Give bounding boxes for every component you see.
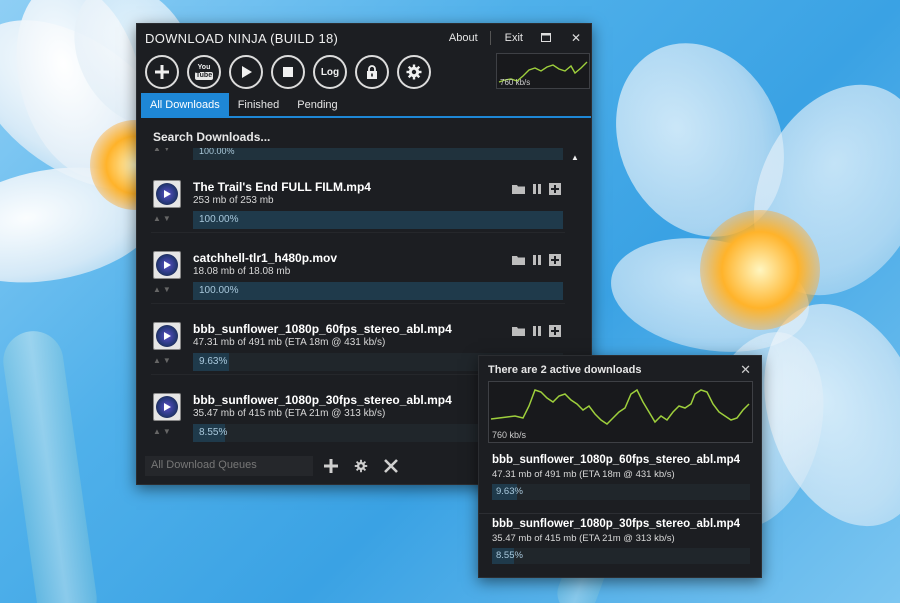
scroll-up-arrow[interactable]: ▲ <box>571 153 579 162</box>
tab-bar: All Downloads Finished Pending <box>141 93 591 118</box>
progress-text: 100.00% <box>199 214 239 225</box>
exit-link[interactable]: Exit <box>505 32 523 44</box>
popup-speed-graph: 760 kb/s <box>488 381 753 443</box>
youtube-button[interactable]: You Tube <box>187 55 221 89</box>
bottom-bar: All Download Queues <box>145 456 403 476</box>
list-item[interactable]: bbb_sunflower_1080p_30fps_stereo_abl.mp4… <box>479 515 763 579</box>
folder-icon[interactable] <box>512 254 525 265</box>
search-input[interactable]: Search Downloads... <box>153 130 270 144</box>
close-icon[interactable]: ✕ <box>569 31 583 45</box>
stop-icon <box>283 67 293 77</box>
pause-icon[interactable] <box>530 254 543 265</box>
media-file-icon <box>153 251 181 279</box>
lock-icon <box>367 65 377 79</box>
reorder-arrows[interactable]: ▲▼ <box>153 148 173 153</box>
remove-queue-button[interactable] <box>379 456 403 476</box>
play-icon <box>242 66 252 78</box>
item-actions <box>512 324 561 337</box>
progress-bar: 8.55% <box>492 548 750 564</box>
file-name: The Trail's End FULL FILM.mp4 <box>193 180 371 194</box>
stop-button[interactable] <box>271 55 305 89</box>
gear-icon <box>354 459 368 473</box>
popup-speed-graph-line <box>490 388 750 425</box>
title-bar: DOWNLOAD NINJA (BUILD 18) About Exit ✕ <box>137 24 591 52</box>
item-actions <box>512 182 561 195</box>
progress-text: 8.55% <box>199 427 228 438</box>
file-name: bbb_sunflower_1080p_60fps_stereo_abl.mp4 <box>193 322 452 336</box>
app-title: DOWNLOAD NINJA (BUILD 18) <box>145 30 339 46</box>
settings-button[interactable] <box>397 55 431 89</box>
reorder-arrows[interactable]: ▲▼ <box>153 356 173 365</box>
list-item[interactable]: bbb_sunflower_1080p_60fps_stereo_abl.mp4… <box>479 451 763 515</box>
popup-speed-graph-label: 760 kb/s <box>492 430 527 440</box>
youtube-icon: You Tube <box>194 64 214 80</box>
log-button[interactable]: Log <box>313 55 347 89</box>
file-size: 35.47 mb of 415 mb (ETA 21m @ 313 kb/s) <box>193 408 386 419</box>
file-size: 47.31 mb of 491 mb (ETA 18m @ 431 kb/s) <box>492 469 675 480</box>
media-file-icon <box>153 393 181 421</box>
file-size: 253 mb of 253 mb <box>193 195 274 206</box>
log-icon: Log <box>320 66 340 78</box>
queue-settings-button[interactable] <box>349 456 373 476</box>
lock-button[interactable] <box>355 55 389 89</box>
progress-text: 100.00% <box>199 285 239 296</box>
reorder-arrows[interactable]: ▲▼ <box>153 214 173 223</box>
toolbar: You Tube Log <box>145 55 439 89</box>
add-icon <box>324 459 338 473</box>
tab-finished[interactable]: Finished <box>229 93 289 116</box>
maximize-icon[interactable] <box>539 31 553 45</box>
media-file-icon <box>153 322 181 350</box>
expand-icon[interactable] <box>548 253 561 266</box>
add-icon <box>155 65 169 79</box>
progress-text: 8.55% <box>496 550 523 561</box>
list-item[interactable]: ▲▼ catchhell-tlr1_h480p.mov 18.08 mb of … <box>151 233 565 304</box>
reorder-arrows[interactable]: ▲▼ <box>153 285 173 294</box>
speed-graph: 760 kb/s <box>496 53 590 89</box>
progress-text: 9.63% <box>496 486 523 497</box>
list-item[interactable]: ▲▼ 100.00% <box>151 148 565 162</box>
progress-fill <box>193 211 563 229</box>
file-size: 18.08 mb of 18.08 mb <box>193 266 291 277</box>
active-downloads-popup: There are 2 active downloads ✕ 760 kb/s … <box>478 355 762 578</box>
add-queue-button[interactable] <box>319 456 343 476</box>
expand-icon[interactable] <box>548 324 561 337</box>
item-actions <box>512 253 561 266</box>
file-size: 47.31 mb of 491 mb (ETA 18m @ 431 kb/s) <box>193 337 386 348</box>
popup-title: There are 2 active downloads <box>488 364 642 376</box>
pause-icon[interactable] <box>530 325 543 336</box>
gear-icon <box>406 64 422 80</box>
reorder-arrows[interactable]: ▲▼ <box>153 427 173 436</box>
progress-bar <box>193 148 563 160</box>
close-icon[interactable]: ✕ <box>740 362 751 378</box>
play-button[interactable] <box>229 55 263 89</box>
file-name: bbb_sunflower_1080p_30fps_stereo_abl.mp4 <box>492 518 740 530</box>
progress-bar: 100.00% <box>193 282 563 300</box>
file-name: bbb_sunflower_1080p_60fps_stereo_abl.mp4 <box>492 454 740 466</box>
tab-pending[interactable]: Pending <box>288 93 346 116</box>
title-separator <box>489 31 491 45</box>
list-item[interactable]: ▲▼ The Trail's End FULL FILM.mp4 253 mb … <box>151 162 565 233</box>
about-link[interactable]: About <box>449 32 478 44</box>
tab-all-downloads[interactable]: All Downloads <box>141 93 229 116</box>
queue-selector[interactable]: All Download Queues <box>145 456 313 476</box>
pause-icon[interactable] <box>530 183 543 194</box>
close-icon <box>384 459 398 473</box>
file-name: catchhell-tlr1_h480p.mov <box>193 251 338 265</box>
progress-bar: 100.00% <box>193 211 563 229</box>
add-download-button[interactable] <box>145 55 179 89</box>
media-file-icon <box>153 180 181 208</box>
progress-text: 100.00% <box>199 148 235 156</box>
file-name: bbb_sunflower_1080p_30fps_stereo_abl.mp4 <box>193 393 452 407</box>
expand-icon[interactable] <box>548 182 561 195</box>
folder-icon[interactable] <box>512 183 525 194</box>
folder-icon[interactable] <box>512 325 525 336</box>
divider <box>479 513 761 514</box>
progress-fill <box>193 282 563 300</box>
progress-bar: 9.63% <box>492 484 750 500</box>
file-size: 35.47 mb of 415 mb (ETA 21m @ 313 kb/s) <box>492 533 675 544</box>
progress-text: 9.63% <box>199 356 228 367</box>
speed-graph-label: 760 kb/s <box>500 78 531 87</box>
